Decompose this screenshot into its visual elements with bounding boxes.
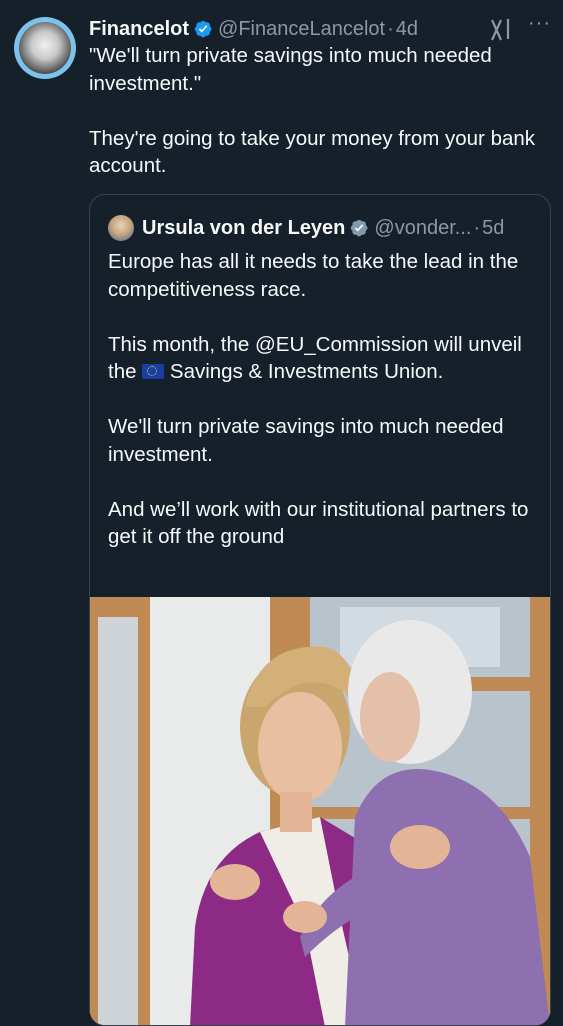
quoted-post-photo[interactable] [90, 597, 550, 1025]
quoted-text-part-2: Savings & Investments Union. We'll turn … [108, 360, 529, 548]
quoted-post-timestamp[interactable]: 5d [482, 217, 504, 240]
author-name[interactable]: Financelot [89, 18, 189, 41]
quoted-post-header: Ursula von der Leyen @vonder... · 5d [108, 214, 504, 242]
post-text: "We'll turn private savings into much ne… [89, 44, 536, 177]
separator: · [387, 17, 394, 40]
post-header: Financelot @FinanceLancelot · 4d [89, 14, 543, 44]
quoted-author-avatar[interactable] [108, 215, 134, 241]
grok-icon[interactable] [489, 16, 515, 42]
quoted-author-name[interactable]: Ursula von der Leyen [142, 217, 345, 240]
quoted-author-handle[interactable]: @vonder... [374, 217, 471, 240]
eu-flag-icon [142, 364, 165, 379]
photo-two-women-embracing [90, 597, 550, 1025]
author-avatar[interactable] [14, 17, 76, 79]
verified-gray-badge-icon [351, 219, 368, 237]
quoted-post[interactable]: Ursula von der Leyen @vonder... · 5d Eur… [89, 194, 551, 1026]
separator: · [473, 216, 481, 239]
author-handle[interactable]: @FinanceLancelot [218, 18, 385, 41]
more-dots-icon[interactable]: ··· [528, 12, 551, 35]
quoted-post-text: Europe has all it needs to take the lead… [108, 248, 540, 551]
verified-badge-icon [194, 20, 212, 38]
post-timestamp[interactable]: 4d [396, 18, 418, 41]
